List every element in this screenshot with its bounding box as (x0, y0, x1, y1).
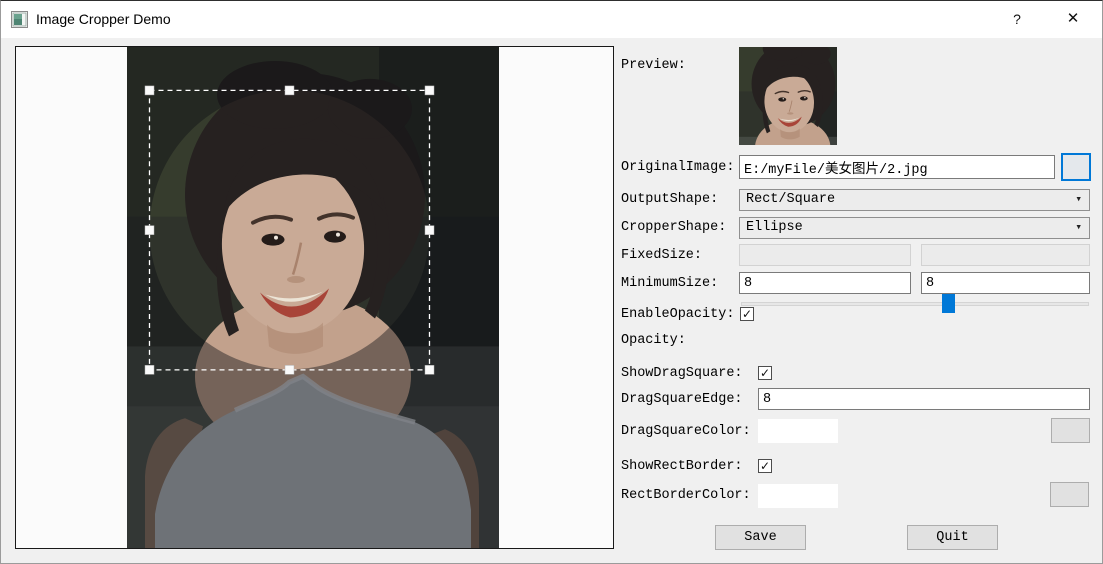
cropper-shape-label: CropperShape: (621, 220, 726, 236)
chevron-down-icon: ▾ (1075, 192, 1082, 206)
check-icon: ✓ (760, 366, 770, 380)
rect-border-color-picker-button[interactable] (1050, 482, 1089, 507)
window-title: Image Cropper Demo (36, 1, 171, 38)
drag-square-edge-input[interactable] (758, 388, 1090, 410)
title-bar: Image Cropper Demo ? ✕ (1, 1, 1102, 38)
enable-opacity-label: EnableOpacity: (621, 307, 734, 323)
crop-rect-border[interactable] (150, 90, 430, 369)
original-image-input[interactable] (739, 155, 1055, 179)
drag-handle-bottom-left[interactable] (145, 365, 154, 374)
chevron-down-icon: ▾ (1075, 220, 1082, 234)
opacity-slider-handle[interactable] (942, 294, 955, 313)
opacity-slider[interactable] (741, 294, 1089, 313)
check-icon: ✓ (760, 459, 770, 473)
output-shape-value: Rect/Square (746, 192, 835, 207)
drag-handle-top-center[interactable] (285, 86, 294, 95)
show-rect-border-checkbox[interactable]: ✓ (758, 459, 772, 473)
fixed-size-height-input (921, 244, 1090, 266)
opacity-slider-groove[interactable] (741, 302, 1089, 306)
rect-border-color-swatch (758, 484, 838, 508)
help-button[interactable]: ? (994, 1, 1040, 37)
output-shape-label: OutputShape: (621, 192, 718, 208)
cropper-shape-select[interactable]: Ellipse ▾ (739, 217, 1090, 239)
help-icon: ? (1013, 11, 1021, 27)
drag-square-color-swatch (758, 419, 838, 443)
minimum-size-height-input[interactable] (921, 272, 1090, 294)
save-button[interactable]: Save (715, 525, 806, 550)
image-canvas-panel (15, 46, 614, 549)
original-image-label: OriginalImage: (621, 160, 734, 176)
crop-overlay[interactable] (127, 47, 499, 548)
output-shape-select[interactable]: Rect/Square ▾ (739, 189, 1090, 211)
show-drag-square-label: ShowDragSquare: (621, 366, 743, 382)
minimum-size-width-input[interactable] (739, 272, 911, 294)
rect-border-color-label: RectBorderColor: (621, 488, 751, 504)
drag-square-color-picker-button[interactable] (1051, 418, 1090, 443)
minimum-size-label: MinimumSize: (621, 276, 718, 292)
drag-handle-bottom-center[interactable] (285, 365, 294, 374)
drag-square-color-label: DragSquareColor: (621, 424, 751, 440)
source-photo (127, 47, 499, 548)
drag-handle-bottom-right[interactable] (425, 365, 434, 374)
cropper-shape-value: Ellipse (746, 220, 803, 235)
show-drag-square-checkbox[interactable]: ✓ (758, 366, 772, 380)
drag-handle-mid-right[interactable] (425, 226, 434, 235)
crop-dim-mask (127, 47, 499, 548)
app-icon (11, 11, 28, 28)
drag-handle-mid-left[interactable] (145, 226, 154, 235)
close-icon: ✕ (1067, 10, 1080, 27)
close-button[interactable]: ✕ (1050, 1, 1096, 37)
fixed-size-width-input (739, 244, 911, 266)
preview-image (739, 47, 837, 145)
drag-handle-top-left[interactable] (145, 86, 154, 95)
browse-file-button[interactable] (1061, 153, 1091, 181)
show-rect-border-label: ShowRectBorder: (621, 459, 743, 475)
quit-button[interactable]: Quit (907, 525, 998, 550)
preview-label: Preview: (621, 58, 686, 74)
drag-handle-top-right[interactable] (425, 86, 434, 95)
drag-square-edge-label: DragSquareEdge: (621, 392, 743, 408)
fixed-size-label: FixedSize: (621, 248, 702, 264)
image-cropper-window: Image Cropper Demo ? ✕ (0, 0, 1103, 564)
opacity-label: Opacity: (621, 333, 686, 349)
